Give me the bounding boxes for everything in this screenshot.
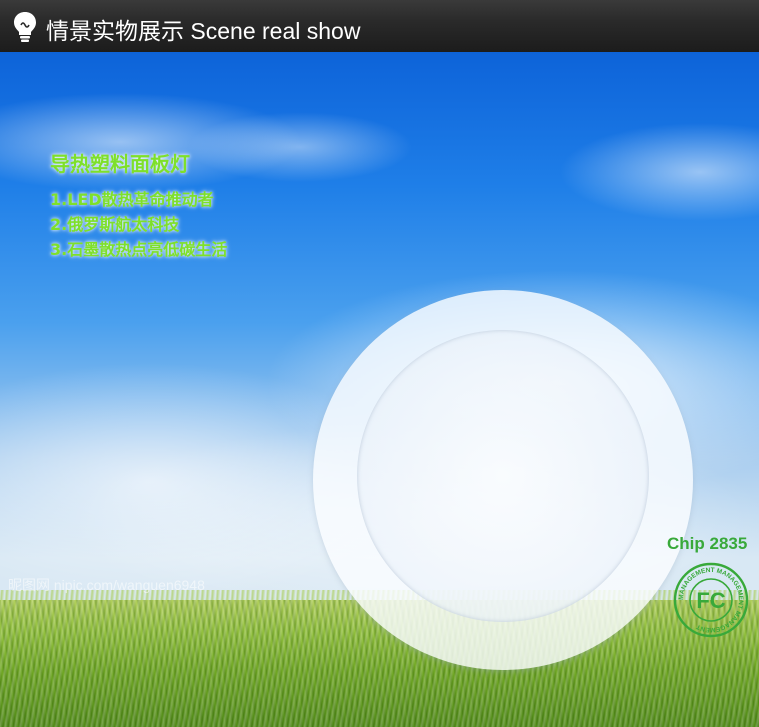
feature-item: 1.LED散热革命推动者 <box>50 190 214 209</box>
product-features: 导热塑料面板灯 1.LED散热革命推动者 2.俄罗斯航太科技 3.石墨散热点亮低… <box>50 148 227 262</box>
fc-mark-text: FC <box>696 588 725 613</box>
lightbulb-icon <box>14 12 36 42</box>
page: 情景实物展示 Scene real show 导热塑料面板灯 1.LED散热革命… <box>0 0 759 727</box>
section-header: 情景实物展示 Scene real show <box>0 0 759 52</box>
feature-item: 2.俄罗斯航太科技 <box>50 215 180 234</box>
product-name: 导热塑料面板灯 <box>50 152 190 176</box>
watermark: 昵图网 nipic.com/wanguen6948 <box>8 577 205 593</box>
panel-light-diffuser <box>357 330 649 622</box>
page-title: 情景实物展示 Scene real show <box>46 18 361 44</box>
feature-item: 3.石墨散热点亮低碳生活 <box>50 240 228 259</box>
fc-mark-icon: MANAGEMENT MANAGEMENT MANAGEMENT FC <box>673 562 749 638</box>
chip-label: Chip 2835 <box>667 534 748 553</box>
